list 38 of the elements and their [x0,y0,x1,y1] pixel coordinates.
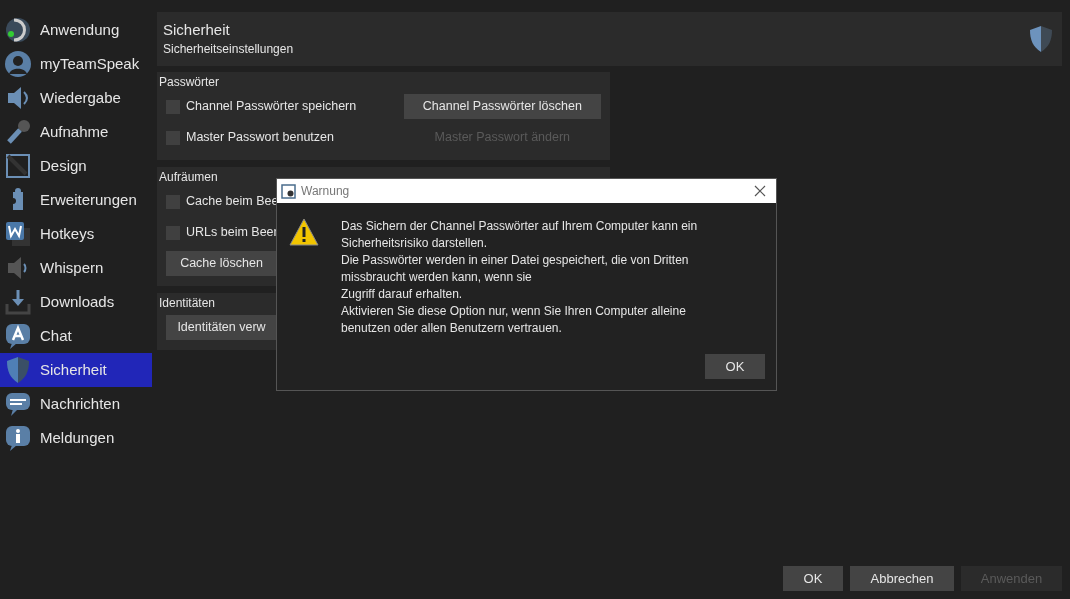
warning-message: Das Sichern der Channel Passwörter auf Ihrem Computer kann ein Sicherheitsrisiko darstellen. Die Passwörter werden in einer Datei gespeichert, die von Dritten missbraucht werden kann, wenn sie Zugriff darauf erhalten. Aktivieren Sie diese Option nur, wenn Sie Ihren Computer alleine benutzen oder allen Benutzern vertrauen. [341,218,698,337]
action-button[interactable]: Abbrechen [850,566,954,591]
sidebar-item[interactable]: myTeamSpeak [0,47,152,81]
ok-button[interactable]: OK [705,354,765,379]
sidebar-item[interactable]: Hotkeys [0,217,152,251]
sidebar-item[interactable]: Chat [0,319,152,353]
sidebar-item[interactable]: Aufnahme [0,115,152,149]
info-bubble-icon [4,424,32,452]
sidebar-item[interactable]: Erweiterungen [0,183,152,217]
action-button[interactable]: Channel Passwörter löschen [403,94,601,119]
chat-bubble-icon [4,322,32,350]
sidebar-item[interactable]: Design [0,149,152,183]
shield-icon [4,356,32,384]
action-button[interactable]: OK [783,566,843,591]
sidebar-item[interactable]: Whispern [0,251,152,285]
warning-icon [289,218,319,246]
microphone-icon [4,118,32,146]
speech-bubble-icon [4,390,32,418]
sidebar-item[interactable]: Downloads [0,285,152,319]
sidebar-item[interactable]: Wiedergabe [0,81,152,115]
group-title: Aufräumen [158,169,219,186]
action-button[interactable]: Identitäten verw [166,315,277,340]
checkbox-label[interactable]: Channel Passwörter speichern [186,97,404,116]
sidebar-item[interactable]: Meldungen [0,421,152,455]
download-icon [4,288,32,316]
keyboard-key-icon [4,220,32,248]
action-button[interactable]: Cache löschen [166,251,277,276]
sidebar-item[interactable]: Sicherheit [0,353,152,387]
close-icon[interactable] [754,185,766,197]
page-title: Sicherheit [163,20,231,40]
page-subtitle: Sicherheitseinstellungen [163,41,294,58]
person-icon [4,50,32,78]
sidebar-item[interactable]: Anwendung [0,13,152,47]
group-title: Passwörter [158,74,221,91]
dialog-title: Warnung [301,183,350,200]
checkbox-label[interactable]: Master Passwort benutzen [186,128,404,147]
sidebar-item[interactable]: Nachrichten [0,387,152,421]
group-title: Identitäten [158,295,217,312]
